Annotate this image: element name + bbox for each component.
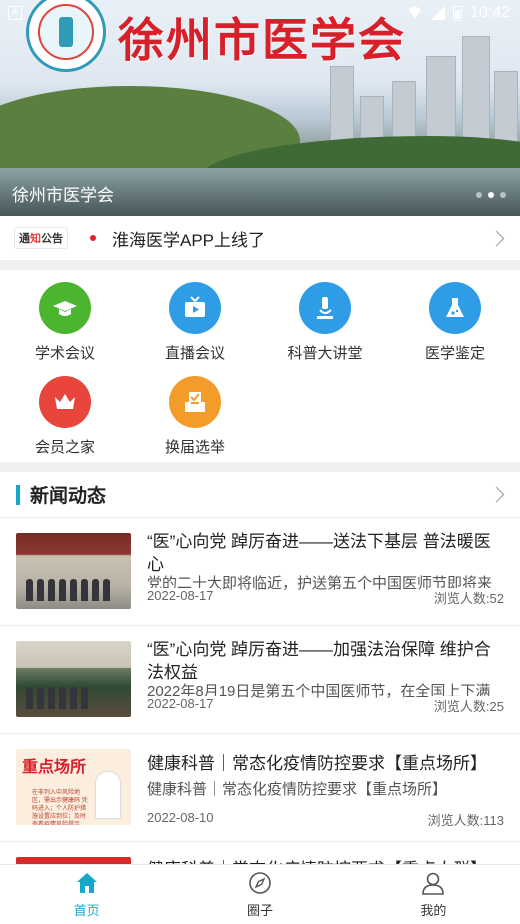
- news-date: 2022-08-17: [147, 696, 220, 711]
- news-title: 健康科普｜常态化疫情防控要求【重点场所】: [147, 754, 487, 773]
- notification-icon: A: [8, 6, 22, 20]
- clock: 10:42: [469, 4, 510, 21]
- section-title: 新闻动态: [30, 486, 107, 507]
- shortcut-label: 医学鉴定: [424, 345, 485, 362]
- banner-carousel[interactable]: 徐州市医学会 徐州市医学会: [0, 0, 520, 216]
- shortcut-science-lecture[interactable]: 科普大讲堂: [260, 282, 390, 363]
- shortcut-label: 科普大讲堂: [287, 345, 363, 362]
- notice-bar[interactable]: 通知公告 淮海医学APP上线了: [0, 216, 520, 260]
- flask-icon: [429, 282, 481, 334]
- compass-icon: [249, 872, 271, 894]
- news-date: 2022-08-10: [147, 810, 220, 825]
- tab-home[interactable]: 首页: [0, 865, 173, 924]
- shortcut-grid: 学术会议 直播会议 科普大讲堂 医学鉴定 会员之家 换届选举: [0, 270, 520, 462]
- graduation-cap-icon: [39, 282, 91, 334]
- news-views: 浏览人数:52: [427, 588, 504, 607]
- status-bar: A 10:42: [0, 0, 520, 28]
- bottom-tab-bar: 首页 圈子 我的: [0, 864, 520, 924]
- news-summary: 健康科普｜常态化疫情防控要求【重点场所】: [147, 781, 448, 798]
- shortcut-academic-conference[interactable]: 学术会议: [0, 282, 130, 363]
- section-divider: [0, 260, 520, 270]
- home-icon: [76, 873, 97, 893]
- news-title: “医”心向党 踔厉奋进——送法下基层 普法暖医心: [147, 532, 491, 574]
- tab-circle[interactable]: 圈子: [173, 865, 346, 924]
- section-divider: [0, 462, 520, 472]
- battery-icon: [452, 5, 462, 21]
- tab-label: 圈子: [246, 903, 273, 918]
- banner-caption: 徐州市医学会: [12, 186, 114, 205]
- news-thumbnail: [16, 533, 131, 609]
- tab-label: 我的: [420, 903, 447, 918]
- carousel-dot: [500, 192, 506, 198]
- thumbnail-heading: 重点场所: [22, 757, 87, 776]
- crown-icon: [39, 376, 91, 428]
- tab-mine[interactable]: 我的: [347, 865, 520, 924]
- doctor-illustration: [95, 771, 121, 819]
- shortcut-label: 学术会议: [34, 345, 95, 362]
- group-photo: [26, 579, 110, 601]
- shortcut-label: 会员之家: [34, 439, 95, 456]
- shortcut-member-home[interactable]: 会员之家: [0, 376, 130, 457]
- news-title: “医”心向党 踔厉奋进——加强法治保障 维护合法权益: [147, 640, 491, 682]
- shortcut-election[interactable]: 换届选举: [130, 376, 260, 457]
- news-thumbnail: [16, 641, 131, 717]
- news-date: 2022-08-17: [147, 588, 220, 603]
- news-item[interactable]: 重点场所 在非列入中风险地区，需出示健康码 凭码进入；个人防护措施设置应到位；及…: [0, 734, 520, 842]
- carousel-indicator: [476, 192, 506, 198]
- shortcut-live-meeting[interactable]: 直播会议: [130, 282, 260, 363]
- shortcut-medical-appraisal[interactable]: 医学鉴定: [390, 282, 520, 363]
- shortcut-label: 换届选举: [164, 439, 225, 456]
- meeting-photo: [26, 687, 88, 709]
- tab-label: 首页: [73, 903, 100, 918]
- ballot-box-icon: [169, 376, 221, 428]
- notice-badge: 通知公告: [14, 227, 68, 249]
- news-views: 浏览人数:25: [427, 696, 504, 715]
- news-item[interactable]: “医”心向党 踔厉奋进——送法下基层 普法暖医心 党的二十大即将临近，护送第五个…: [0, 518, 520, 626]
- user-icon: [422, 872, 445, 895]
- notice-dot: [90, 235, 96, 241]
- notice-text[interactable]: 淮海医学APP上线了: [112, 226, 265, 251]
- shortcut-label: 直播会议: [164, 345, 225, 362]
- news-views: 浏览人数:113: [421, 810, 504, 829]
- news-thumbnail: 重点场所 在非列入中风险地区，需出示健康码 凭码进入；个人防护措施设置应到位；及…: [16, 749, 131, 825]
- news-section-header[interactable]: 新闻动态: [0, 472, 520, 518]
- section-accent-bar: [16, 484, 20, 505]
- carousel-dot-active: [488, 192, 494, 198]
- signal-icon: [430, 6, 445, 20]
- chevron-right-icon[interactable]: [488, 486, 505, 503]
- tv-play-icon: [169, 282, 221, 334]
- news-item[interactable]: “医”心向党 踔厉奋进——加强法治保障 维护合法权益 2022年8月19日是第五…: [0, 626, 520, 734]
- chevron-right-icon[interactable]: [488, 230, 505, 246]
- thumbnail-note: 在非列入中风险地区，需出示健康码 凭码进入；个人防护措施设置应到位；及时查看疫情…: [32, 790, 88, 825]
- wifi-icon: [406, 7, 423, 19]
- carousel-dot: [476, 192, 482, 198]
- microscope-icon: [299, 282, 351, 334]
